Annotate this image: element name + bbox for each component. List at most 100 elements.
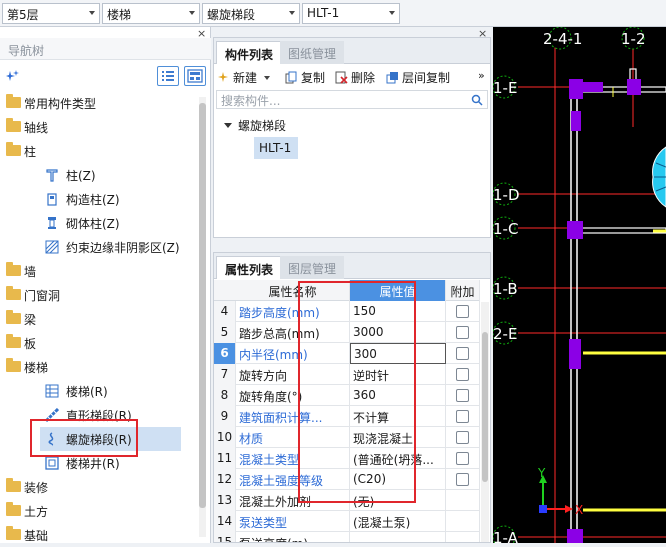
tab-layer-management[interactable]: 图层管理	[280, 256, 345, 279]
axis-label-left-3: 1-C	[493, 220, 518, 238]
property-row[interactable]: 14 泵送类型 (混凝土泵)	[214, 511, 480, 532]
floor-dropdown-value: 第5层	[7, 8, 39, 22]
tree-item-earthwork[interactable]: 土方	[0, 499, 205, 523]
type-dropdown[interactable]: 螺旋梯段	[202, 3, 300, 24]
property-extra-cell	[446, 427, 480, 448]
element-dropdown[interactable]: HLT-1	[302, 3, 400, 24]
nav-scrollbar-thumb[interactable]	[199, 103, 206, 508]
element-dropdown-value: HLT-1	[307, 6, 340, 20]
component-list-panel: × 构件列表 图纸管理 新建 复制 删除 层间复制 » 搜索构件... 螺旋梯段…	[213, 27, 491, 238]
property-row[interactable]: 15泵送高度(m)	[214, 532, 480, 542]
tree-item-boundary-zone[interactable]: 约束边缘非阴影区(Z)	[0, 235, 205, 259]
property-row-number: 11	[214, 448, 236, 469]
floor-copy-icon	[386, 72, 398, 84]
grid-view-button[interactable]	[184, 66, 206, 86]
constructional-column-icon	[47, 193, 57, 206]
tree-item-slab[interactable]: 板	[0, 331, 205, 355]
property-tabbar: 属性列表 图层管理	[214, 253, 490, 279]
collapse-triangle-icon[interactable]	[224, 123, 232, 128]
extra-checkbox[interactable]	[456, 347, 469, 360]
floor-copy-button[interactable]: 层间复制	[386, 69, 450, 86]
category-dropdown[interactable]: 楼梯	[102, 3, 200, 24]
ucs-y-label: Y	[537, 466, 546, 480]
delete-button[interactable]: 删除	[335, 69, 375, 86]
tab-drawing-management[interactable]: 图纸管理	[280, 41, 345, 64]
property-value[interactable]: (混凝土泵)	[350, 511, 446, 532]
copy-button[interactable]: 复制	[285, 69, 325, 86]
property-scrollbar[interactable]	[481, 302, 489, 542]
tree-item-label: 楼梯井(R)	[66, 457, 120, 471]
tree-item-label: 门窗洞	[24, 289, 61, 303]
tree-item-finishes[interactable]: 装修	[0, 475, 205, 499]
component-item-selected[interactable]: HLT-1	[254, 137, 298, 159]
tree-item-axis[interactable]: 轴线	[0, 115, 205, 139]
tree-item-stairs[interactable]: 楼梯	[0, 355, 205, 379]
property-row-number: 9	[214, 406, 236, 427]
extra-checkbox[interactable]	[456, 473, 469, 486]
property-row-number: 13	[214, 490, 236, 511]
more-tools-button[interactable]: »	[478, 69, 485, 82]
folder-icon	[6, 286, 21, 300]
extra-checkbox[interactable]	[456, 326, 469, 339]
tab-component-list[interactable]: 构件列表	[216, 41, 283, 64]
property-scrollbar-thumb[interactable]	[482, 332, 488, 482]
cad-canvas[interactable]: 2-4-1 1-2 1-E 1-D 1-C 1-B 2-E 1-A Y X	[493, 27, 666, 543]
tree-item-label: 基础	[24, 529, 49, 543]
extra-checkbox[interactable]	[456, 305, 469, 318]
tree-item-label: 轴线	[24, 121, 49, 135]
property-extra-cell	[446, 532, 480, 542]
tree-item-constructional-column[interactable]: 构造柱(Z)	[0, 187, 205, 211]
tab-property-list[interactable]: 属性列表	[216, 256, 283, 279]
floor-dropdown[interactable]: 第5层	[2, 3, 100, 24]
axis-label-left-2: 1-D	[493, 186, 520, 204]
new-button-label: 新建	[233, 71, 258, 85]
cad-drawing-view[interactable]: 2-4-1 1-2 1-E 1-D 1-C 1-B 2-E 1-A Y X	[493, 27, 666, 543]
property-extra-cell	[446, 490, 480, 511]
tree-item-label: 砌体柱(Z)	[66, 217, 120, 231]
tree-item-column-z[interactable]: 柱(Z)	[0, 163, 205, 187]
extra-checkbox[interactable]	[456, 452, 469, 465]
axis-label-top-1: 2-4-1	[543, 30, 582, 48]
property-list-panel: × 属性列表 图层管理 属性名称 属性值 附加 4踏步高度(mm)1505踏步总…	[213, 252, 491, 543]
extra-checkbox[interactable]	[456, 389, 469, 402]
tree-item-column[interactable]: 柱	[0, 139, 205, 163]
property-extra-cell	[446, 322, 480, 343]
category-dropdown-value: 楼梯	[107, 8, 132, 22]
navigation-panel: × 导航树 常用构件类型 轴线 柱 柱(Z) 构造柱(Z) 砌体柱(Z) 约束边…	[0, 27, 211, 543]
grid-icon	[187, 69, 203, 83]
tree-item-beam[interactable]: 梁	[0, 307, 205, 331]
tree-item-wall[interactable]: 墙	[0, 259, 205, 283]
extra-checkbox[interactable]	[456, 410, 469, 423]
extra-checkbox[interactable]	[456, 431, 469, 444]
copy-icon	[285, 71, 297, 84]
tree-item-openings[interactable]: 门窗洞	[0, 283, 205, 307]
extra-checkbox[interactable]	[456, 368, 469, 381]
tree-item-label: 土方	[24, 505, 49, 519]
property-extra-cell	[446, 406, 480, 427]
ucs-x-label: X	[575, 503, 583, 517]
search-placeholder: 搜索构件...	[221, 94, 281, 108]
property-name: 泵送高度(m)	[236, 532, 350, 542]
nav-scrollbar[interactable]	[199, 97, 206, 537]
sparkle-add-icon[interactable]	[6, 70, 20, 82]
list-view-button[interactable]	[157, 66, 179, 86]
tree-item-label: 约束边缘非阴影区(Z)	[66, 241, 180, 255]
chevron-down-icon	[389, 11, 395, 15]
tree-item-masonry-column[interactable]: 砌体柱(Z)	[0, 211, 205, 235]
search-icon[interactable]	[471, 94, 483, 106]
axis-label-top-2: 1-2	[621, 30, 646, 48]
property-row-number: 7	[214, 364, 236, 385]
property-row-number: 6	[214, 343, 236, 364]
hatch-zone-icon	[45, 240, 59, 254]
component-tree-root[interactable]: 螺旋梯段	[224, 117, 286, 134]
component-search-input[interactable]: 搜索构件...	[216, 90, 488, 109]
property-name: 泵送类型	[236, 511, 350, 532]
property-extra-cell	[446, 385, 480, 406]
property-value[interactable]	[350, 532, 446, 542]
tree-item-foundation[interactable]: 基础	[0, 523, 205, 547]
tree-item-common-types[interactable]: 常用构件类型	[0, 91, 205, 115]
tree-item-stair-r[interactable]: 楼梯(R)	[0, 379, 205, 403]
tree-item-label: 柱(Z)	[66, 169, 96, 183]
new-button[interactable]: 新建	[218, 69, 270, 86]
property-row-number: 15	[214, 532, 236, 542]
